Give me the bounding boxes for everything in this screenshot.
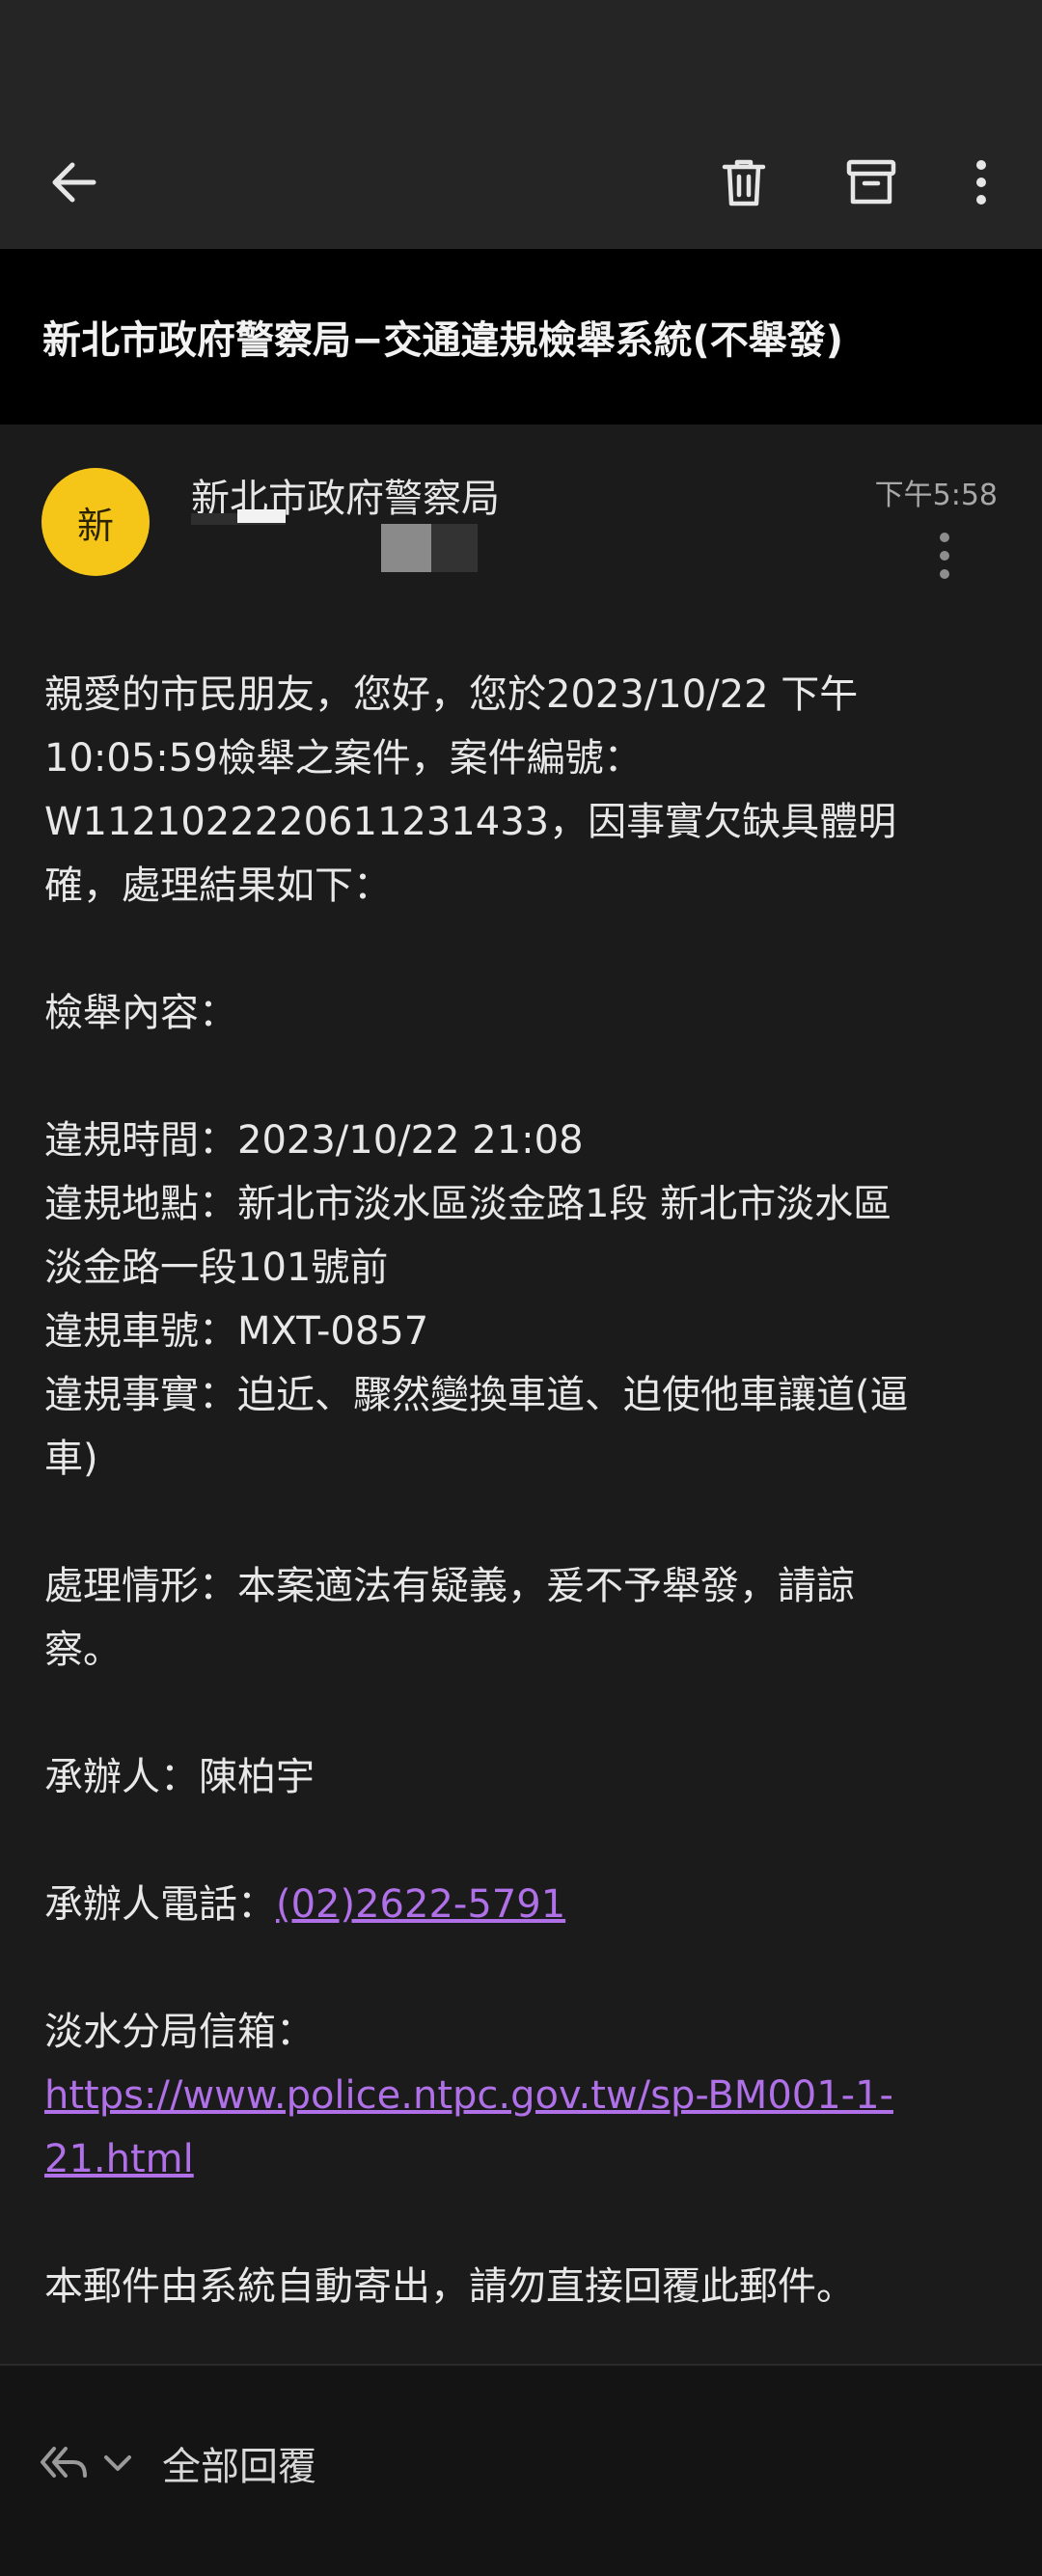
mailbox-link[interactable]: 21.html: [44, 2137, 194, 2181]
body-line: 21.html: [44, 2127, 1009, 2191]
redaction-block: [381, 524, 431, 572]
subject-header: 新北市政府警察局−交通違規檢舉系統(不舉發): [0, 249, 1042, 425]
body-line: W1121022220611231433，因事實欠缺具體明: [44, 800, 897, 844]
phone-label: 承辦人電話：: [44, 1882, 276, 1927]
status-bar: [0, 0, 1042, 116]
more-vertical-icon: [976, 160, 986, 205]
body-line: 10:05:59檢舉之案件，案件編號：: [44, 736, 643, 781]
body-line: 違規地點：新北市淡水區淡金路1段 新北市淡水區: [44, 1182, 892, 1226]
chevron-down-icon: [104, 2455, 131, 2471]
mailbox-link[interactable]: https://www.police.ntpc.gov.tw/sp-BM001-…: [44, 2073, 893, 2118]
reply-bar: 全部回覆: [0, 2366, 1042, 2576]
redaction-block: [237, 509, 286, 523]
redaction-block: [431, 524, 478, 572]
body-line: 承辦人電話：(02)2622-5791: [44, 1873, 1009, 1936]
more-vertical-icon: [940, 533, 949, 579]
message-time: 下午5:58: [874, 479, 998, 512]
arrow-left-icon: [52, 162, 96, 203]
body-line: 淡金路一段101號前: [44, 1246, 389, 1290]
email-message: 新 新北市政府警察局 下午5:58 親愛的市民朋友，您好，您於2023/10/2…: [0, 425, 1042, 2364]
body-line: 檢舉內容：: [44, 991, 237, 1035]
body-line: 違規時間：2023/10/22 21:08: [44, 1118, 584, 1163]
body-line: 察。: [44, 1628, 122, 1672]
body-line: 承辦人：陳柏宇: [44, 1755, 315, 1799]
avatar[interactable]: 新: [41, 468, 150, 576]
email-body: 親愛的市民朋友，您好，您於2023/10/22 下午 10:05:59檢舉之案件…: [44, 663, 1009, 2318]
body-line: 淡水分局信箱：: [44, 2010, 315, 2054]
reply-all-label: 全部回覆: [162, 2445, 316, 2489]
more-options-button[interactable]: [938, 139, 1025, 226]
email-subject: 新北市政府警察局−交通違規檢舉系統(不舉發): [42, 318, 844, 363]
body-line: https://www.police.ntpc.gov.tw/sp-BM001-…: [44, 2064, 1009, 2127]
body-line: 本郵件由系統自動寄出，請勿直接回覆此郵件。: [44, 2264, 855, 2309]
body-line: 違規車號：MXT-0857: [44, 1309, 429, 1354]
reply-all-icon: [41, 2447, 87, 2478]
body-line: 違規事實：迫近、驟然變換車道、迫使他車讓道(逼: [44, 1373, 909, 1417]
delete-button[interactable]: [700, 139, 787, 226]
avatar-letter: 新: [76, 504, 114, 547]
reply-all-button[interactable]: 全部回覆: [37, 2429, 316, 2497]
back-button[interactable]: [31, 139, 118, 226]
archive-icon: [846, 159, 896, 205]
message-more-button[interactable]: [920, 517, 969, 594]
body-line: 確，處理結果如下：: [44, 863, 392, 908]
archive-button[interactable]: [828, 139, 915, 226]
body-line: 親愛的市民朋友，您好，您於2023/10/22 下午: [44, 672, 859, 717]
body-line: 處理情形：本案適法有疑義，爰不予舉發，請諒: [44, 1564, 855, 1608]
trash-icon: [722, 159, 766, 206]
body-line: 車): [44, 1437, 98, 1481]
phone-link[interactable]: (02)2622-5791: [276, 1882, 565, 1927]
top-toolbar: [0, 116, 1042, 249]
